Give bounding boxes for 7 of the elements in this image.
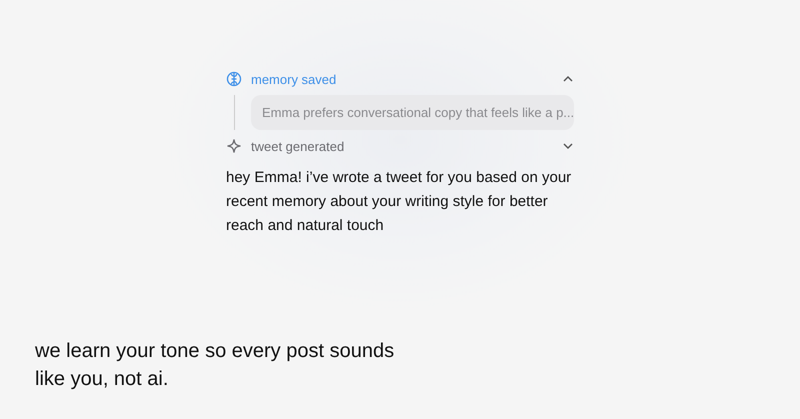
memory-note: Emma prefers conversational copy that feels like a p... (251, 95, 574, 130)
step-label: memory saved (251, 72, 338, 86)
caption-text: we learn your tone so every post sounds like you, not ai. (35, 339, 396, 392)
message-text: hey Emma! i’ve wrote a tweet for you based on your recent memory about your writing style for better reach and natural touch (226, 168, 572, 236)
step-label: tweet generated (251, 138, 346, 154)
brain-icon (226, 71, 242, 87)
sparkle-icon (226, 138, 242, 154)
